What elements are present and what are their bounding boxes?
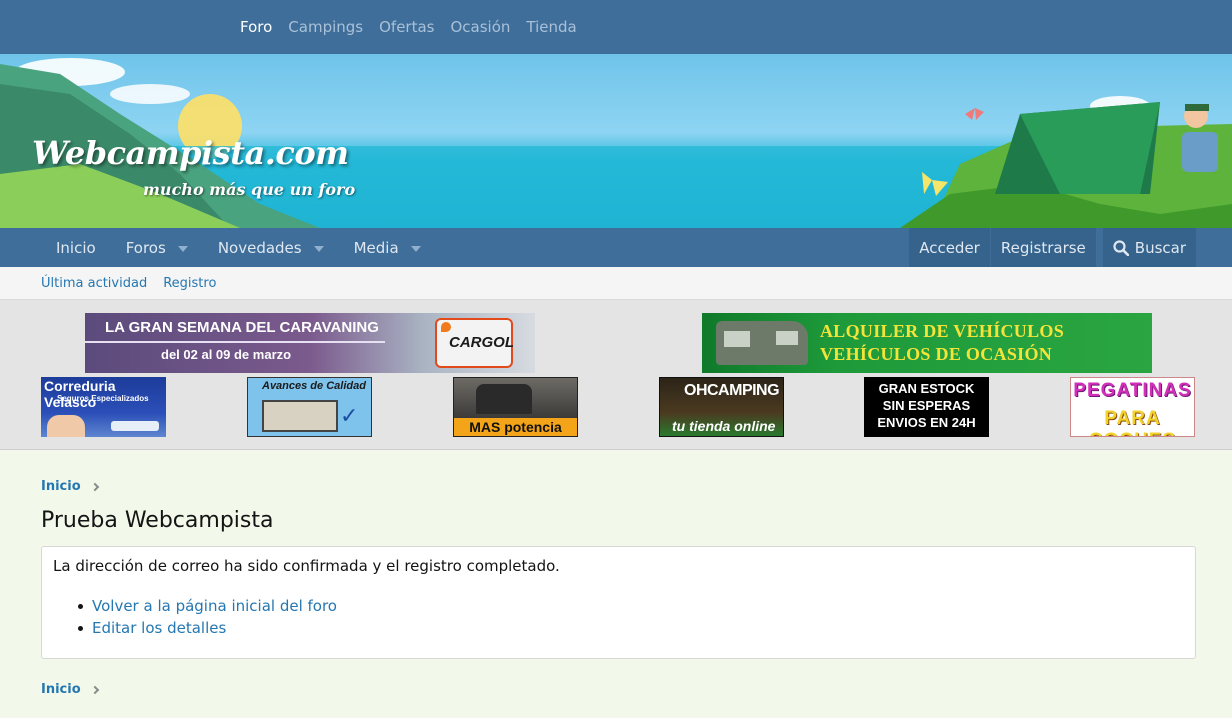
tab-label: Media [353,238,399,257]
ad-caravaning-line2: del 02 al 09 de marzo [161,347,292,362]
tab-label: Inicio [56,238,96,257]
account-nav: Acceder Registrarse Buscar [908,228,1196,267]
topnav-campings[interactable]: Campings [280,18,371,36]
list-item: Editar los detalles [78,617,337,639]
top-nav: Foro Campings Ofertas Ocasión Tienda [232,0,585,54]
chevron-right-icon [90,685,99,694]
ad-ohcamping-logo: OHCAMPING [684,382,780,399]
chevron-down-icon[interactable] [177,245,188,252]
ad-pegatinas-line2: PARA COCHES [1089,408,1175,436]
check-icon: ✓ [340,404,359,429]
awning-image [262,400,338,432]
caravan-image [111,421,159,431]
top-bar: Foro Campings Ofertas Ocasión Tienda [0,0,1232,54]
ad-caravaning[interactable]: LA GRAN SEMANA DEL CARAVANING del 02 al … [85,313,535,373]
ad-estock-line1: GRAN ESTOCK [878,381,975,396]
ad-velasco-line2: Seguros Especializados [57,394,149,403]
ad-estock[interactable]: GRAN ESTOCK SIN ESPERAS ENVIOS EN 24H [864,377,989,437]
site-logo-subtitle: mucho más que un foro [143,180,356,199]
ad-alquiler-line1: ALQUILER DE VEHÍCULOS [820,321,1065,341]
ad-pegatinas-line1: PEGATINAS [1073,380,1192,401]
tab-media[interactable]: Media [339,228,436,267]
topnav-ofertas[interactable]: Ofertas [371,18,442,36]
ad-avances[interactable]: Avances de Calidad ✓ [247,377,372,437]
ad-velasco[interactable]: Correduria Velasco Seguros Especializado… [41,377,166,437]
tab-label: Novedades [217,238,302,257]
tab-novedades[interactable]: Novedades [203,228,339,267]
ad-potencia-label: MAS potencia [454,418,577,436]
ad-estock-line2: SIN ESPERAS [882,398,971,413]
register-button[interactable]: Registrarse [990,228,1096,267]
sub-nav: Última actividad Registro [0,267,1232,300]
back-to-forum-link[interactable]: Volver a la página inicial del foro [92,597,337,615]
breadcrumb-inicio[interactable]: Inicio [41,682,81,697]
confirmation-message: La dirección de correo ha sido confirmad… [53,557,560,575]
ad-avances-line1: Avances de Calidad [262,380,366,392]
topnav-ocasion[interactable]: Ocasión [442,18,518,36]
breadcrumb-bottom[interactable]: Inicio [41,682,99,697]
ad-pegatinas[interactable]: PEGATINAS PARA COCHES [1070,377,1195,437]
people-image [47,415,85,437]
breadcrumb-inicio[interactable]: Inicio [41,479,81,494]
confirmation-links: Volver a la página inicial del foro Edit… [78,595,337,639]
camper-van-icon [716,321,808,365]
ad-estock-line3: ENVIOS EN 24H [877,415,976,430]
search-icon [1113,239,1129,256]
ad-ohcamping[interactable]: OHCAMPING tu tienda online [659,377,784,437]
topnav-tienda[interactable]: Tienda [518,18,584,36]
edit-details-link[interactable]: Editar los detalles [92,619,226,637]
chevron-down-icon[interactable] [410,245,421,252]
tab-inicio[interactable]: Inicio [41,228,111,267]
ad-alquiler-line2: VEHÍCULOS DE OCASIÓN [820,344,1053,364]
chevron-right-icon [90,482,99,491]
flame-icon [441,322,451,332]
bullet-icon [78,603,83,609]
bullet-icon [78,625,83,631]
breadcrumb[interactable]: Inicio [41,479,99,494]
tab-foros[interactable]: Foros [111,228,203,267]
subnav-latest-activity[interactable]: Última actividad [41,276,147,291]
cargol-logo-text: CARGOL [449,334,514,351]
site-banner[interactable]: Webcampista.com mucho más que un foro [0,54,1232,228]
ad-caravaning-line1: LA GRAN SEMANA DEL CARAVANING [105,319,379,336]
ad-banners: LA GRAN SEMANA DEL CARAVANING del 02 al … [0,300,1232,450]
topnav-foro[interactable]: Foro [232,18,280,36]
main-nav-tabs: Inicio Foros Novedades Media [41,228,436,267]
ad-potencia[interactable]: MAS potencia [453,377,578,437]
search-label: Buscar [1134,238,1186,257]
site-logo-title[interactable]: Webcampista.com [32,134,349,172]
ad-divider [85,341,385,343]
page-title: Prueba Webcampista [41,508,274,533]
ad-alquiler[interactable]: ALQUILER DE VEHÍCULOS VEHÍCULOS DE OCASI… [702,313,1152,373]
subnav-register[interactable]: Registro [163,276,216,291]
main-nav: Inicio Foros Novedades Media Acceder Reg… [0,228,1232,267]
list-item: Volver a la página inicial del foro [78,595,337,617]
offroad-vehicle-image [476,384,532,414]
tab-label: Foros [125,238,166,257]
chevron-down-icon[interactable] [313,245,324,252]
ad-ohcamping-tagline: tu tienda online [672,418,776,434]
confirmation-block: La dirección de correo ha sido confirmad… [41,546,1196,659]
cargol-logo: CARGOL [435,318,514,368]
search-button[interactable]: Buscar [1102,228,1196,267]
login-button[interactable]: Acceder [909,228,990,267]
